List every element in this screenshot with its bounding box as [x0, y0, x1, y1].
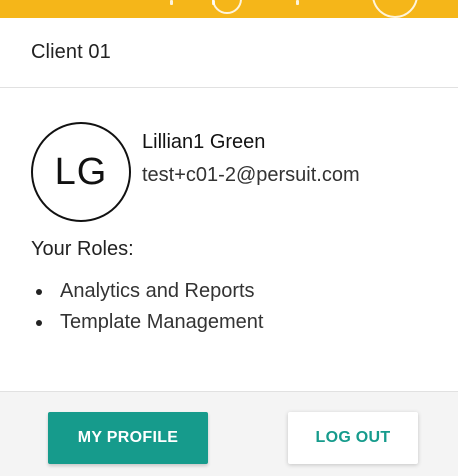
list-item: Analytics and Reports — [31, 276, 263, 307]
user-info-section: LG Lillian1 Green test+c01-2@persuit.com… — [0, 88, 458, 388]
bullet-icon — [36, 288, 42, 295]
avatar-initials: LG — [54, 150, 108, 193]
user-avatar-icon[interactable] — [372, 0, 418, 18]
organization-row: Client 01 — [0, 18, 458, 88]
account-actions-footer: MY PROFILE LOG OUT — [0, 391, 458, 476]
bullet-icon — [36, 319, 42, 326]
user-account-panel: Client 01 LG Lillian1 Green test+c01-2@p… — [0, 0, 458, 476]
header-icon — [212, 0, 242, 14]
avatar: LG — [31, 122, 131, 222]
header-decoration — [296, 0, 299, 5]
roles-heading: Your Roles: — [31, 238, 134, 260]
role-label: Template Management — [60, 311, 264, 333]
role-label: Analytics and Reports — [60, 280, 255, 302]
my-profile-button[interactable]: MY PROFILE — [48, 412, 208, 464]
app-header-bar — [0, 0, 458, 18]
log-out-button[interactable]: LOG OUT — [288, 412, 418, 464]
roles-list: Analytics and Reports Template Managemen… — [31, 276, 263, 338]
user-email: test+c01-2@persuit.com — [142, 164, 360, 186]
list-item: Template Management — [31, 307, 263, 338]
organization-name: Client 01 — [31, 41, 111, 63]
user-name: Lillian1 Green — [142, 131, 266, 153]
header-decoration — [170, 0, 173, 5]
